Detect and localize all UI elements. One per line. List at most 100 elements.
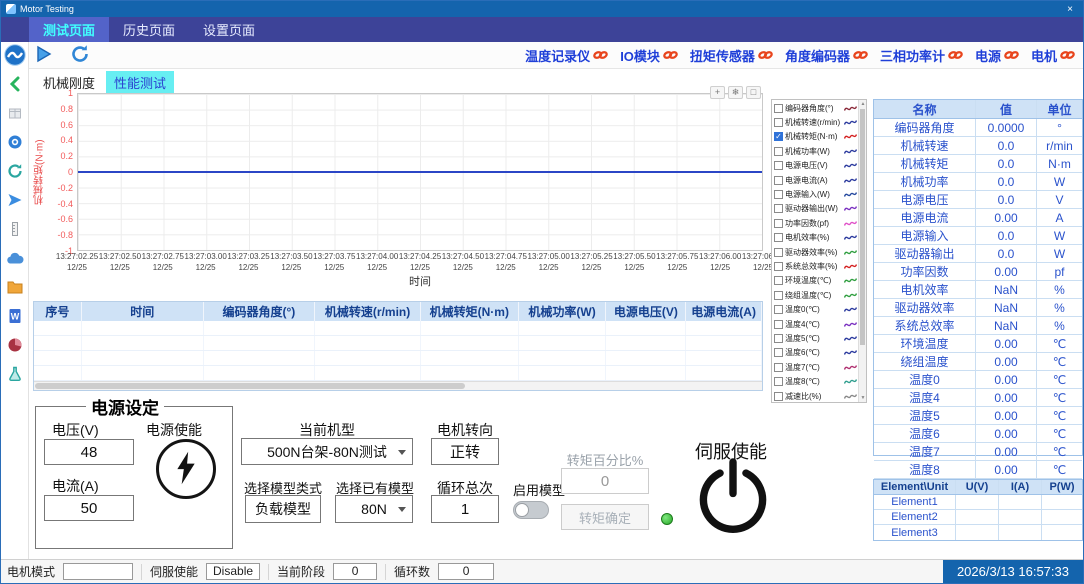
snowflake-icon[interactable]: ❄ xyxy=(728,86,743,99)
link-broken-icon[interactable] xyxy=(593,48,608,62)
legend-item-19[interactable]: 温度8(℃) xyxy=(774,374,857,388)
horizontal-scrollbar[interactable] xyxy=(34,381,762,390)
checkbox[interactable]: ✓ xyxy=(774,132,783,141)
model-type-box[interactable]: 负载模型 xyxy=(245,495,321,523)
refresh-button[interactable] xyxy=(70,44,90,67)
checkbox[interactable] xyxy=(774,276,783,285)
data-col-header[interactable]: 时间 xyxy=(82,302,204,321)
torque-confirm-button[interactable]: 转矩确定 xyxy=(561,504,649,530)
checkbox[interactable] xyxy=(774,334,783,343)
back-icon[interactable] xyxy=(4,74,26,94)
checkbox[interactable] xyxy=(774,147,783,156)
close-icon[interactable]: × xyxy=(1062,4,1078,15)
sub-tab-1[interactable]: 性能测试 xyxy=(106,71,174,94)
data-col-header[interactable]: 机械转速(r/min) xyxy=(315,302,421,321)
legend-scroll-thumb[interactable] xyxy=(860,109,865,345)
scroll-down-icon[interactable]: ▼ xyxy=(859,395,867,401)
legend-item-2[interactable]: ✓机械转矩(N·m) xyxy=(774,130,857,144)
legend-item-3[interactable]: 机械功率(W) xyxy=(774,144,857,158)
data-col-header[interactable]: 机械转矩(N·m) xyxy=(421,302,519,321)
checkbox[interactable] xyxy=(774,377,783,386)
plot-area[interactable] xyxy=(77,93,763,251)
link-broken-icon[interactable] xyxy=(1004,48,1019,62)
servo-enable-button[interactable] xyxy=(693,457,773,549)
checkbox[interactable] xyxy=(774,305,783,314)
checkbox[interactable] xyxy=(774,118,783,127)
stats-icon[interactable] xyxy=(4,335,26,355)
legend-item-18[interactable]: 温度7(℃) xyxy=(774,360,857,374)
checkbox[interactable] xyxy=(774,204,783,213)
data-col-header[interactable]: 机械功率(W) xyxy=(519,302,607,321)
legend-item-10[interactable]: 驱动器效率(%) xyxy=(774,245,857,259)
legend-item-16[interactable]: 温度5(℃) xyxy=(774,331,857,345)
cloud-icon[interactable] xyxy=(4,248,26,268)
pan-icon[interactable]: + xyxy=(710,86,725,99)
data-col-header[interactable]: 电源电压(V) xyxy=(606,302,686,321)
legend-item-7[interactable]: 驱动器输出(W) xyxy=(774,202,857,216)
checkbox[interactable] xyxy=(774,348,783,357)
checkbox[interactable] xyxy=(774,190,783,199)
scrollbar-thumb[interactable] xyxy=(35,383,465,389)
link-broken-icon[interactable] xyxy=(663,48,678,62)
legend-item-11[interactable]: 系统总效率(%) xyxy=(774,259,857,273)
fullscreen-icon[interactable]: □ xyxy=(746,86,761,99)
legend-item-13[interactable]: 绕组温度(℃) xyxy=(774,288,857,302)
cycle-count-input[interactable] xyxy=(431,495,499,523)
target-icon[interactable] xyxy=(4,132,26,152)
legend-item-4[interactable]: 电源电压(V) xyxy=(774,159,857,173)
checkbox[interactable] xyxy=(774,320,783,329)
series-label: 驱动器输出(W) xyxy=(785,203,842,214)
checkbox[interactable] xyxy=(774,176,783,185)
data-col-header[interactable]: 编码器角度(°) xyxy=(204,302,316,321)
checkbox[interactable] xyxy=(774,248,783,257)
checkbox[interactable] xyxy=(774,219,783,228)
checkbox[interactable] xyxy=(774,363,783,372)
start-test-button[interactable] xyxy=(35,45,52,66)
checkbox[interactable] xyxy=(774,104,783,113)
document-icon[interactable]: W xyxy=(4,306,26,326)
checkbox[interactable] xyxy=(774,262,783,271)
voltage-input[interactable] xyxy=(44,439,134,465)
nav-tab-1[interactable]: 历史页面 xyxy=(109,17,189,42)
link-broken-icon[interactable] xyxy=(758,48,773,62)
legend-item-15[interactable]: 温度4(℃) xyxy=(774,317,857,331)
checkbox[interactable] xyxy=(774,161,783,170)
legend-item-5[interactable]: 电源电流(A) xyxy=(774,173,857,187)
nav-tab-2[interactable]: 设置页面 xyxy=(189,17,269,42)
logo-icon[interactable] xyxy=(4,45,26,65)
current-input[interactable] xyxy=(44,495,134,521)
motor-direction-box[interactable]: 正转 xyxy=(431,438,499,465)
checkbox[interactable] xyxy=(774,291,783,300)
data-col-header[interactable]: 序号 xyxy=(34,302,82,321)
legend-item-17[interactable]: 温度6(℃) xyxy=(774,346,857,360)
legend-item-20[interactable]: 减速比(%) xyxy=(774,389,857,403)
send-icon[interactable] xyxy=(4,190,26,210)
checkbox[interactable] xyxy=(774,392,783,401)
legend-item-12[interactable]: 环境温度(℃) xyxy=(774,274,857,288)
existing-model-select[interactable]: 80N xyxy=(335,495,413,523)
legend-item-6[interactable]: 电源输入(W) xyxy=(774,187,857,201)
folder-icon[interactable] xyxy=(4,277,26,297)
flask-icon[interactable] xyxy=(4,364,26,384)
link-broken-icon[interactable] xyxy=(853,48,868,62)
link-broken-icon[interactable] xyxy=(948,48,963,62)
legend-item-0[interactable]: 编码器角度(°) xyxy=(774,101,857,115)
legend-item-8[interactable]: 功率因数(pf) xyxy=(774,216,857,230)
nav-tab-0[interactable]: 测试页面 xyxy=(29,17,109,42)
checkbox[interactable] xyxy=(774,233,783,242)
device-status-4: 三相功率计 xyxy=(880,46,963,65)
torque-percent-input[interactable] xyxy=(561,468,649,494)
legend-scrollbar[interactable]: ▲ ▼ xyxy=(858,100,866,402)
power-enable-button[interactable] xyxy=(156,439,216,499)
legend-item-14[interactable]: 温度0(℃) xyxy=(774,302,857,316)
enable-model-toggle[interactable] xyxy=(513,501,549,519)
data-col-header[interactable]: 电源电流(A) xyxy=(686,302,762,321)
package-icon[interactable] xyxy=(4,103,26,123)
ruler-icon[interactable] xyxy=(4,219,26,239)
link-broken-icon[interactable] xyxy=(1060,48,1075,62)
legend-item-1[interactable]: 机械转速(r/min) xyxy=(774,115,857,129)
current-model-select[interactable]: 500N台架-80N测试 xyxy=(241,438,413,465)
legend-item-9[interactable]: 电机效率(%) xyxy=(774,231,857,245)
scroll-up-icon[interactable]: ▲ xyxy=(859,101,867,107)
sync-icon[interactable] xyxy=(4,161,26,181)
